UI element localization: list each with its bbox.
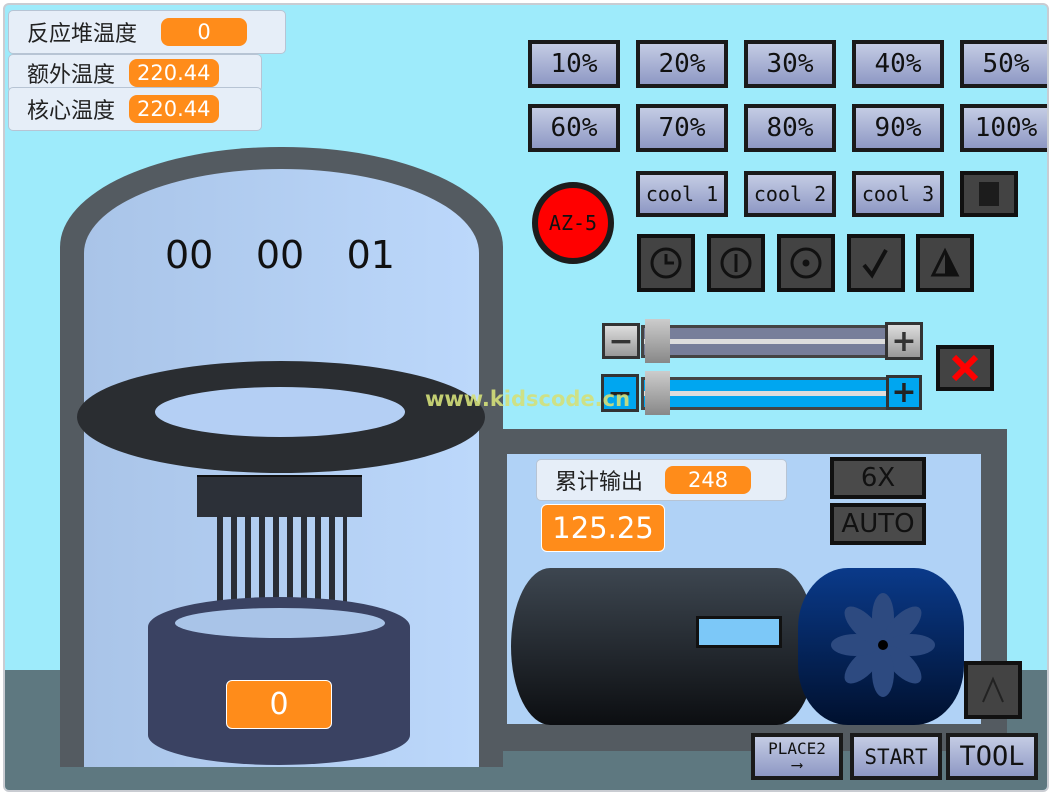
target-icon [790, 247, 822, 279]
monitor-value: 0 [161, 18, 248, 46]
speed-button[interactable]: 6X [830, 457, 926, 499]
clock-button[interactable] [637, 234, 695, 292]
close-button[interactable] [936, 345, 994, 391]
warning-triangle-icon [930, 247, 960, 277]
slider-top-track[interactable] [641, 325, 889, 358]
slider-top-plus[interactable]: + [885, 322, 923, 360]
core-drum-top [175, 608, 385, 638]
power-50-button[interactable]: 50% [960, 40, 1047, 88]
monitor-reactor-temp: 反应堆温度 0 [8, 10, 286, 54]
caret-up-icon [982, 676, 1004, 703]
monitor-label: 核心温度 [27, 99, 116, 124]
power-button[interactable] [707, 234, 765, 292]
stop-icon [979, 182, 999, 206]
monitor-label: 反应堆温度 [27, 22, 138, 47]
power-40-button[interactable]: 40% [852, 40, 944, 88]
cool-1-button[interactable]: cool 1 [636, 171, 728, 217]
drum-value-display: 0 [226, 680, 332, 729]
auto-button[interactable]: AUTO [830, 503, 926, 545]
control-rods [217, 515, 347, 610]
power-70-button[interactable]: 70% [636, 104, 728, 152]
monitor-total-output: 累计输出 248 [536, 459, 787, 501]
monitor-value: 220.44 [129, 95, 219, 123]
power-90-button[interactable]: 90% [852, 104, 944, 152]
monitor-label: 额外温度 [27, 63, 116, 88]
close-icon [951, 354, 979, 382]
rod-holder [197, 475, 362, 517]
cool-3-button[interactable]: cool 3 [852, 171, 944, 217]
reactor-ring-hole [155, 387, 405, 437]
timer-seconds: 01 [346, 233, 395, 277]
slider-top-handle[interactable] [645, 319, 670, 363]
cool-2-button[interactable]: cool 2 [744, 171, 836, 217]
slider-bottom-plus[interactable]: + [886, 375, 922, 410]
target-button[interactable] [777, 234, 835, 292]
timer-minutes: 00 [255, 233, 305, 277]
generator-window [696, 616, 782, 648]
clock-icon [650, 247, 682, 279]
az5-button[interactable]: AZ-5 [532, 182, 614, 264]
power-30-button[interactable]: 30% [744, 40, 836, 88]
monitor-value: 248 [665, 466, 752, 494]
slider-bottom-track[interactable] [641, 377, 889, 410]
stop-button[interactable] [960, 171, 1018, 217]
timer: 00 00 01 [165, 233, 395, 277]
power-60-button[interactable]: 60% [528, 104, 620, 152]
power-20-button[interactable]: 20% [636, 40, 728, 88]
check-icon [862, 249, 888, 279]
warning-button[interactable] [916, 234, 974, 292]
power-output-display: 125.25 [541, 504, 665, 552]
power-icon [720, 247, 752, 279]
power-80-button[interactable]: 80% [744, 104, 836, 152]
start-button[interactable]: START [850, 733, 942, 780]
tool-button[interactable]: TOOL [946, 733, 1038, 780]
arrow-right-icon: ⟶ [792, 754, 802, 774]
game-stage: 00 00 01 0 反应堆温度 0 额外温度 220.44 核心温度 220.… [3, 3, 1049, 792]
check-button[interactable] [847, 234, 905, 292]
watermark: www.kidscode.cn [425, 387, 631, 411]
turbine-fan-icon [831, 593, 935, 697]
slider-bottom-handle[interactable] [645, 371, 670, 415]
monitor-label: 累计输出 [555, 470, 644, 495]
timer-hours: 00 [165, 233, 214, 277]
power-100-button[interactable]: 100% [960, 104, 1047, 152]
monitor-value: 220.44 [129, 59, 219, 87]
monitor-core-temp: 核心温度 220.44 [8, 87, 262, 131]
power-10-button[interactable]: 10% [528, 40, 620, 88]
slider-top-minus[interactable]: − [602, 323, 640, 359]
place2-button[interactable]: PLACE2 ⟶ [751, 733, 843, 780]
up-button[interactable] [964, 661, 1022, 719]
